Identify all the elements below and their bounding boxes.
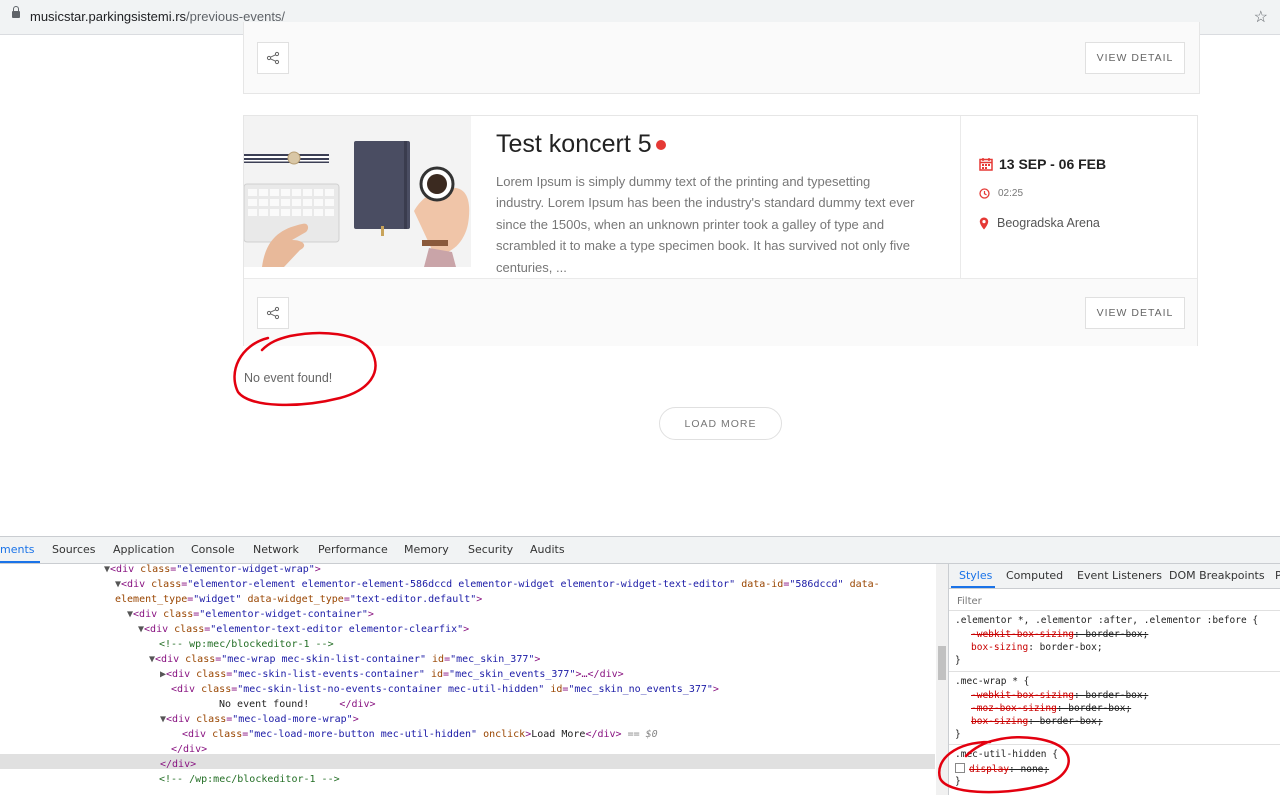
bookmark-star-icon[interactable]: ☆ [1254,7,1268,27]
tab-audits[interactable]: Audits [530,543,565,556]
clock-icon [979,188,990,199]
css-declaration[interactable]: -moz-box-sizing: border-box; [971,703,1131,714]
css-declaration[interactable]: -webkit-box-sizing: border-box; [971,690,1148,701]
tab-memory[interactable]: Memory [404,543,449,556]
event-description: Lorem Ipsum is simply dummy text of the … [496,174,915,275]
calendar-icon [979,158,993,171]
css-selector: .elementor *, .elementor :after, .elemen… [955,615,1259,626]
event-time-text: 02:25 [998,188,1024,199]
event-time: 02:25 [979,188,1023,199]
event-image[interactable] [244,116,471,267]
dom-node[interactable]: ▼<div class="elementor-widget-wrap"> [104,564,321,575]
tab-sources[interactable]: Sources [52,543,96,556]
dom-node[interactable]: ▼<div class="mec-load-more-wrap"> [160,714,359,725]
dom-node[interactable]: ▼<div class="elementor-element elementor… [115,579,880,590]
devtools-panel: ments Sources Application Console Networ… [0,536,1280,795]
tab-computed[interactable]: Computed [1006,569,1063,582]
dom-node-continued[interactable]: element_type="widget" data-widget_type="… [115,594,482,605]
css-declaration[interactable]: box-sizing: border-box; [971,716,1103,727]
no-event-message: No event found! [244,371,333,385]
devtools-tab-bar: ments Sources Application Console Networ… [0,537,1280,564]
styles-filter-input[interactable]: Filter [957,596,982,607]
styles-pane: Styles Computed Event Listeners DOM Brea… [948,564,1280,795]
css-rule-close: } [955,776,961,787]
lock-icon[interactable] [12,6,20,18]
view-detail-button[interactable]: VIEW DETAIL [1085,42,1185,74]
selected-node-highlight [0,754,935,769]
map-pin-icon [979,217,989,229]
view-detail-button[interactable]: VIEW DETAIL [1085,297,1185,329]
dom-node[interactable]: ▼<div class="elementor-widget-container"… [127,609,374,620]
tab-console[interactable]: Console [191,543,235,556]
tab-event-listeners[interactable]: Event Listeners [1077,569,1162,582]
dom-node[interactable]: ▶<div class="mec-skin-list-events-contai… [160,669,624,680]
tab-more[interactable]: P [1275,569,1280,582]
css-rule-close: } [955,729,961,740]
tab-dom-breakpoints[interactable]: DOM Breakpoints [1169,569,1265,582]
scrollbar-thumb[interactable] [938,646,946,680]
elements-scrollbar[interactable] [936,564,948,795]
css-rule[interactable]: .elementor *, .elementor :after, .elemen… [949,610,1280,669]
css-declaration[interactable]: box-sizing: border-box; [971,642,1103,653]
tab-security[interactable]: Security [468,543,513,556]
dom-node-selected[interactable]: <div class="mec-load-more-button mec-uti… [182,729,658,740]
event-location: Beogradska Arena [979,216,1100,230]
event-title[interactable]: Test koncert 5 [496,130,666,159]
styles-tab-bar: Styles Computed Event Listeners DOM Brea… [949,564,1280,589]
event-date: 13 SEP - 06 FEB [979,156,1106,172]
css-rule[interactable]: .mec-util-hidden { display: none; } [949,744,1280,795]
elements-tree: ▼<div class="elementor-widget-wrap"> ▼<d… [0,564,935,795]
css-declaration[interactable]: -webkit-box-sizing: border-box; [971,629,1148,640]
tab-network[interactable]: Network [253,543,299,556]
active-tab-indicator [951,586,995,588]
tab-performance[interactable]: Performance [318,543,388,556]
divider [960,116,961,278]
event-card: Test koncert 5 Lorem Ipsum is simply dum… [243,115,1198,346]
css-rule[interactable]: .mec-wrap * { -webkit-box-sizing: border… [949,671,1280,742]
css-declaration[interactable]: display: none; [955,763,1049,775]
toggle-declaration-checkbox[interactable] [955,763,965,773]
css-selector: .mec-util-hidden { [955,749,1058,760]
dom-comment[interactable]: <!-- /wp:mec/blockeditor-1 --> [159,774,340,785]
tab-styles[interactable]: Styles [959,569,992,582]
dom-node[interactable]: ▼<div class="elementor-text-editor eleme… [138,624,469,635]
dom-text-node[interactable]: No event found! </div> [219,699,376,710]
event-location-text: Beogradska Arena [997,216,1100,230]
dom-close-tag[interactable]: </div> [160,759,196,770]
dom-node[interactable]: <div class="mec-skin-list-no-events-cont… [171,684,719,695]
css-rule-close: } [955,655,961,666]
load-more-button[interactable]: LOAD MORE [659,407,782,440]
dom-comment[interactable]: <!-- wp:mec/blockeditor-1 --> [159,639,334,650]
share-button[interactable] [257,297,289,329]
event-date-text: 13 SEP - 06 FEB [999,156,1107,172]
dom-close-tag[interactable]: </div> [171,744,207,755]
event-card-footer: VIEW DETAIL [244,278,1197,346]
active-tab-indicator [0,561,40,563]
share-button[interactable] [257,42,289,74]
css-selector: .mec-wrap * { [955,676,1030,687]
status-dot-icon [655,140,666,151]
previous-event-card-footer: VIEW DETAIL [243,22,1200,94]
share-icon [266,51,280,65]
share-icon [266,306,280,320]
tab-elements[interactable]: ments [0,543,35,556]
tab-application[interactable]: Application [113,543,174,556]
dom-node[interactable]: ▼<div class="mec-wrap mec-skin-list-cont… [149,654,540,665]
